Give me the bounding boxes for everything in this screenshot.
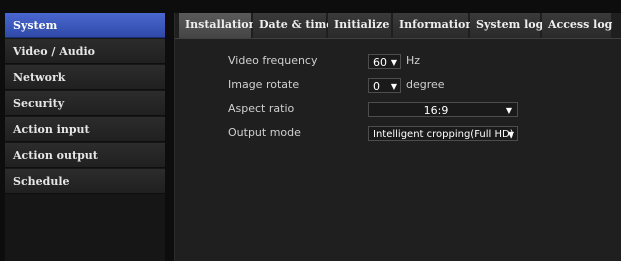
image-rotate-select[interactable]: 0 ▼	[368, 78, 401, 93]
sidebar-item-system[interactable]: System	[5, 13, 165, 38]
sidebar-item-security[interactable]: Security	[5, 91, 165, 116]
tab-initialize[interactable]: Initialize	[328, 13, 391, 38]
image-rotate-row: Image rotate 0 ▼ degree	[175, 75, 621, 97]
video-frequency-select[interactable]: 60 ▼	[368, 54, 401, 69]
sidebar-menu: System Video / Audio Network Security Ac…	[5, 13, 165, 261]
chevron-down-icon: ▼	[505, 106, 512, 115]
image-rotate-unit: degree	[406, 78, 445, 91]
output-mode-select[interactable]: Intelligent cropping(Full HD) ▼	[368, 126, 518, 141]
sidebar-item-label: Action output	[13, 149, 98, 162]
chevron-down-icon: ▼	[390, 58, 397, 67]
main-panel: Installation Date & time Initialize Info…	[174, 13, 621, 261]
output-mode-label: Output mode	[228, 126, 301, 139]
output-mode-row: Output mode Intelligent cropping(Full HD…	[175, 123, 621, 145]
aspect-ratio-value: 16:9	[423, 104, 449, 117]
sidebar-item-label: Security	[13, 97, 65, 110]
chevron-down-icon: ▼	[390, 82, 397, 91]
sidebar-item-label: Action input	[13, 123, 90, 136]
tab-system-log[interactable]: System log	[470, 13, 543, 38]
tab-information[interactable]: Information	[393, 13, 473, 38]
chevron-down-icon: ▼	[507, 130, 514, 139]
video-frequency-value: 60	[373, 56, 387, 69]
video-frequency-label: Video frequency	[228, 54, 318, 67]
output-mode-value: Intelligent cropping(Full HD)	[373, 129, 514, 140]
sidebar-item-label: System	[13, 19, 58, 32]
tab-date-time[interactable]: Date & time	[253, 13, 333, 38]
sidebar-item-video-audio[interactable]: Video / Audio	[5, 39, 165, 64]
aspect-ratio-label: Aspect ratio	[228, 102, 295, 115]
aspect-ratio-row: Aspect ratio 16:9 ▼	[175, 99, 621, 121]
tab-installation[interactable]: Installation	[179, 13, 257, 38]
sidebar-item-label: Video / Audio	[13, 45, 95, 58]
aspect-ratio-select[interactable]: 16:9 ▼	[368, 102, 518, 117]
video-frequency-unit: Hz	[406, 54, 421, 67]
tab-bar: Installation Date & time Initialize Info…	[179, 13, 613, 38]
sidebar-item-network[interactable]: Network	[5, 65, 165, 90]
image-rotate-label: Image rotate	[228, 78, 300, 91]
sidebar-item-label: Schedule	[13, 175, 70, 188]
video-frequency-row: Video frequency 60 ▼ Hz	[175, 51, 621, 73]
sidebar-item-action-output[interactable]: Action output	[5, 143, 165, 168]
sidebar-item-action-input[interactable]: Action input	[5, 117, 165, 142]
image-rotate-value: 0	[373, 80, 380, 93]
sidebar-item-schedule[interactable]: Schedule	[5, 169, 165, 194]
settings-form: Video frequency 60 ▼ Hz Image rotate 0 ▼…	[175, 38, 621, 261]
sidebar-item-label: Network	[13, 71, 66, 84]
tab-access-log[interactable]: Access log	[542, 13, 612, 38]
